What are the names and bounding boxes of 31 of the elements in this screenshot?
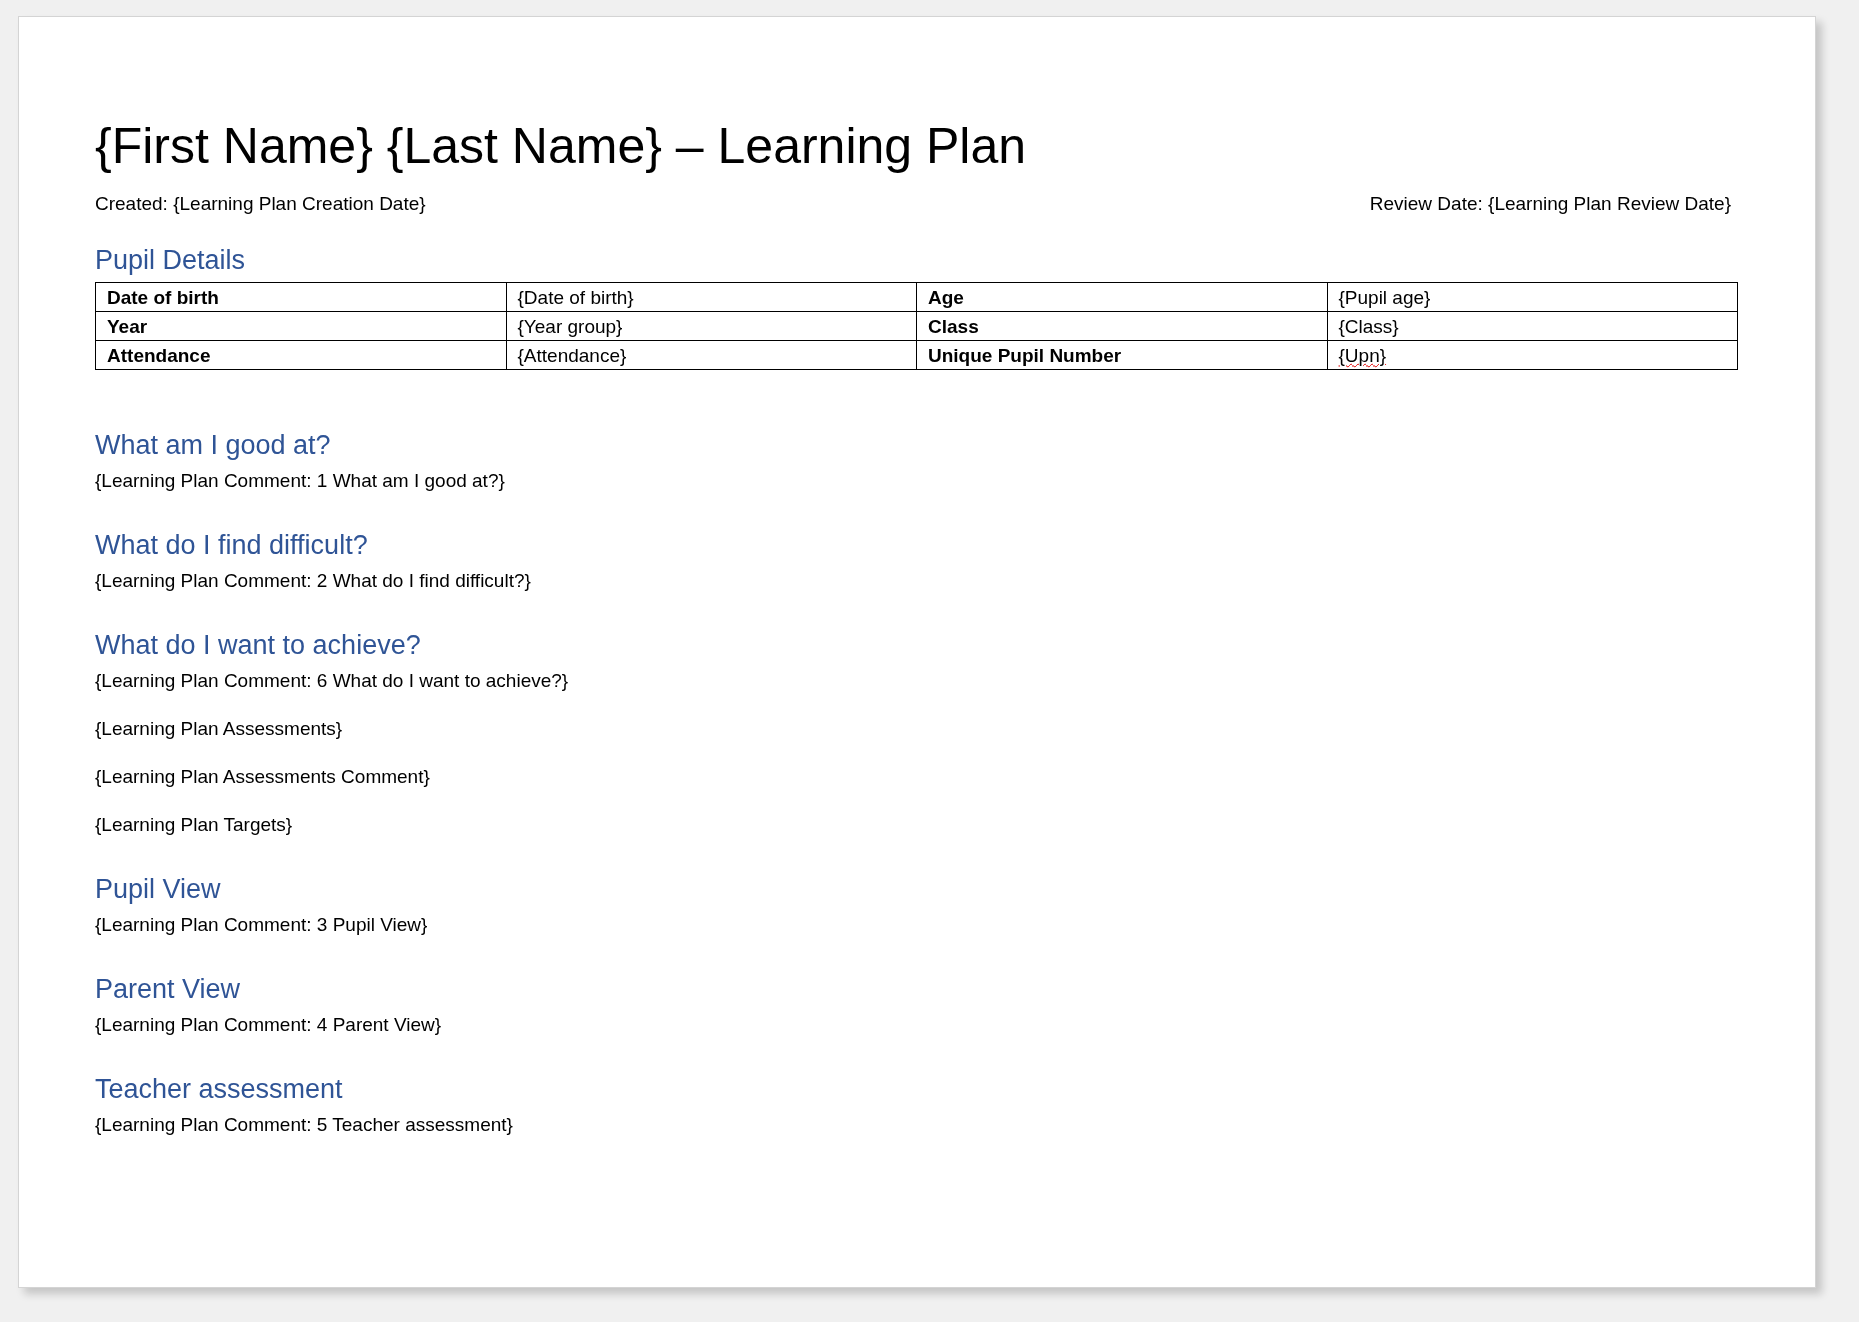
field-label-cell: Year bbox=[95, 311, 506, 341]
field-label-cell: Attendance bbox=[95, 340, 506, 370]
section-heading: What do I want to achieve? bbox=[95, 630, 421, 661]
field-value-cell: {Year group} bbox=[506, 311, 917, 341]
placeholder-paragraph: {Learning Plan Comment: 4 Parent View} bbox=[95, 1013, 442, 1037]
created-date: Created: {Learning Plan Creation Date} bbox=[95, 193, 426, 215]
field-value-cell: {Date of birth} bbox=[506, 282, 917, 312]
field-label-cell: Unique Pupil Number bbox=[916, 340, 1327, 370]
field-label-cell: Age bbox=[916, 282, 1327, 312]
field-value-cell: {Upn} bbox=[1327, 340, 1738, 370]
placeholder-paragraph: {Learning Plan Comment: 5 Teacher assessment} bbox=[95, 1113, 513, 1137]
section-heading: What am I good at? bbox=[95, 430, 331, 461]
field-label-cell: Class bbox=[916, 311, 1327, 341]
review-date: Review Date: {Learning Plan Review Date} bbox=[1369, 193, 1731, 215]
field-value-cell: {Attendance} bbox=[506, 340, 917, 370]
section-heading: Parent View bbox=[95, 974, 241, 1005]
placeholder-paragraph: {Learning Plan Comment: 6 What do I want to achieve?} bbox=[95, 669, 569, 693]
field-label-cell: Date of birth bbox=[95, 282, 506, 312]
section-heading: What do I find difficult? bbox=[95, 530, 368, 561]
field-value-cell: {Pupil age} bbox=[1327, 282, 1738, 312]
document-title: {First Name} {Last Name} – Learning Plan bbox=[95, 117, 1027, 176]
placeholder-paragraph: {Learning Plan Comment: 2 What do I find difficult?} bbox=[95, 569, 531, 593]
placeholder-paragraph: {Learning Plan Assessments} bbox=[95, 717, 343, 741]
placeholder-paragraph: {Learning Plan Comment: 1 What am I good at?} bbox=[95, 469, 505, 493]
field-value-cell: {Class} bbox=[1327, 311, 1738, 341]
placeholder-paragraph: {Learning Plan Comment: 3 Pupil View} bbox=[95, 913, 428, 937]
placeholder-paragraph: {Learning Plan Assessments Comment} bbox=[95, 765, 430, 789]
section-heading: Pupil Details bbox=[95, 245, 246, 276]
section-heading: Teacher assessment bbox=[95, 1074, 343, 1105]
section-heading: Pupil View bbox=[95, 874, 221, 905]
placeholder-paragraph: {Learning Plan Targets} bbox=[95, 813, 293, 837]
